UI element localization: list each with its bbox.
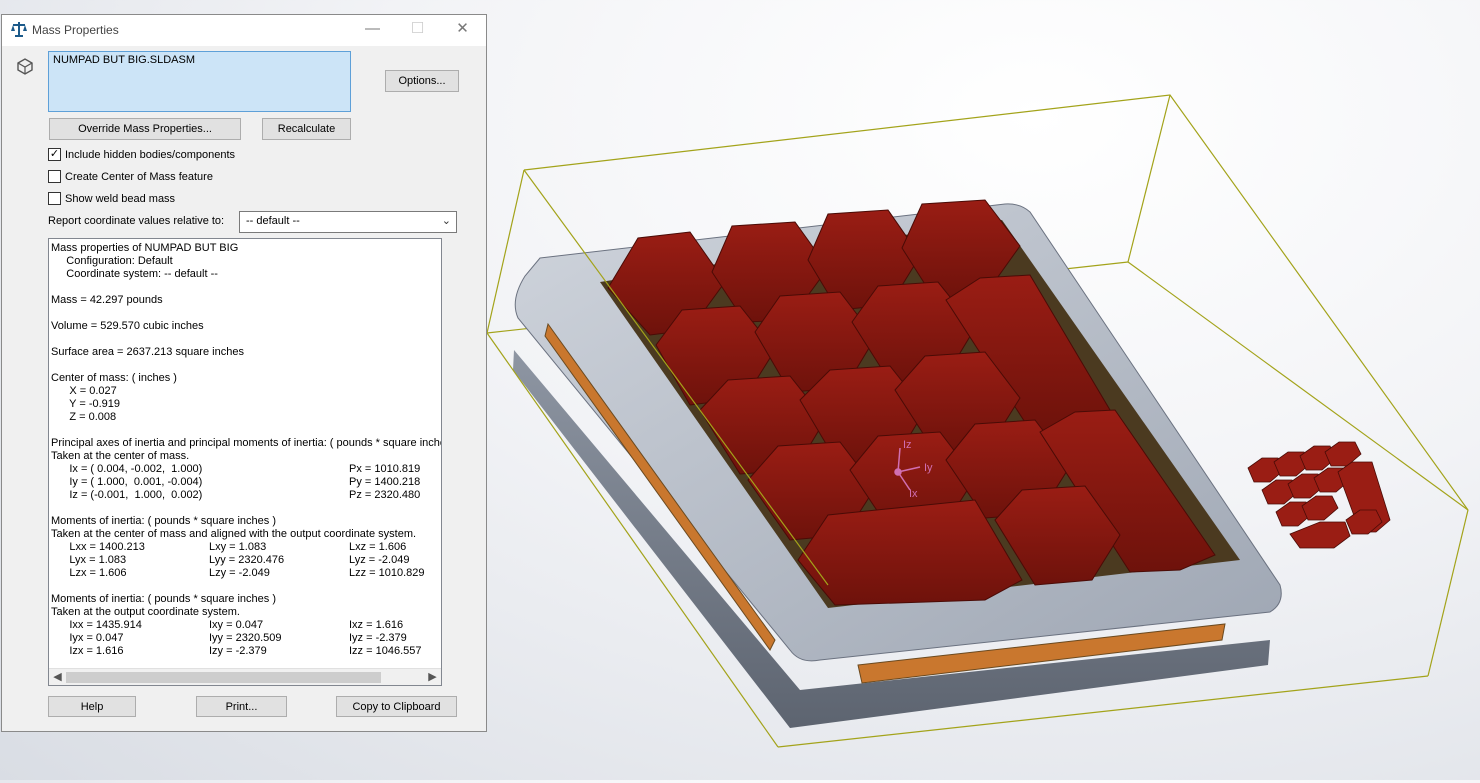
maximize-button: ☐ xyxy=(410,20,425,37)
results-line: Coordinate system: -- default -- xyxy=(51,268,218,280)
results-line: Moments of inertia: ( pounds * square in… xyxy=(51,515,277,527)
center-of-mass-checkbox-row[interactable]: Create Center of Mass feature xyxy=(48,170,213,183)
results-cell: Py = 1400.218 xyxy=(349,476,421,488)
results-line: Izx = 1.616 Izy = -2.379 Izz = 1046.557 xyxy=(51,645,441,658)
scrollbar-thumb[interactable] xyxy=(66,672,381,683)
results-line xyxy=(51,307,441,320)
results-cell: Lyz = -2.049 xyxy=(349,554,410,566)
results-cell: Izz = 1046.557 xyxy=(349,645,422,657)
coordinate-system-select[interactable]: -- default -- ⌄ xyxy=(239,211,457,233)
selection-list[interactable]: NUMPAD BUT BIG.SLDASM xyxy=(48,51,351,112)
include-hidden-checkbox[interactable]: ✓ xyxy=(48,148,61,161)
results-cell: Lzx = 1.606 xyxy=(51,567,127,579)
results-cell: Ix = ( 0.004, -0.002, 1.000) xyxy=(51,463,203,475)
results-cell: Iyx = 0.047 xyxy=(51,632,124,644)
results-cell: Lyy = 2320.476 xyxy=(209,554,285,566)
dialog-title: Mass Properties xyxy=(32,23,119,37)
results-line: Lxx = 1400.213 Lxy = 1.083 Lxz = 1.606 xyxy=(51,541,441,554)
results-cell: Lxy = 1.083 xyxy=(209,541,267,553)
results-cell: Lyx = 1.083 xyxy=(51,554,127,566)
results-line xyxy=(51,424,441,437)
results-cell: Ixx = 1435.914 xyxy=(51,619,142,631)
report-coordinates-label: Report coordinate values relative to: xyxy=(48,215,225,227)
scale-icon xyxy=(11,22,27,37)
triad-x-label: Ix xyxy=(909,488,918,500)
weld-bead-label: Show weld bead mass xyxy=(65,192,176,205)
results-line: Ix = ( 0.004, -0.002, 1.000) Px = 1010.81… xyxy=(51,463,441,476)
results-line: Taken at the center of mass. xyxy=(51,450,190,462)
chevron-down-icon: ⌄ xyxy=(441,215,451,227)
results-text-area[interactable]: Mass properties of NUMPAD BUT BIG Config… xyxy=(48,238,442,686)
selected-component[interactable]: NUMPAD BUT BIG.SLDASM xyxy=(53,54,195,66)
results-cell: Ixy = 0.047 xyxy=(209,619,264,631)
results-line: Z = 0.008 xyxy=(51,411,117,423)
scroll-right-icon[interactable]: ▶ xyxy=(424,669,441,685)
recalculate-button[interactable]: Recalculate xyxy=(262,118,351,140)
results-line: Y = -0.919 xyxy=(51,398,121,410)
results-cell: Iyy = 2320.509 xyxy=(209,632,282,644)
results-line: Moments of inertia: ( pounds * square in… xyxy=(51,593,277,605)
copy-to-clipboard-button[interactable]: Copy to Clipboard xyxy=(336,696,457,717)
results-line: Ixx = 1435.914 Ixy = 0.047 Ixz = 1.616 xyxy=(51,619,441,632)
include-hidden-label: Include hidden bodies/components xyxy=(65,148,236,161)
weld-bead-checkbox-row[interactable]: Show weld bead mass xyxy=(48,192,175,205)
results-line xyxy=(51,333,441,346)
results-cell: Iz = (-0.001, 1.000, 0.002) xyxy=(51,489,203,501)
results-line: Iy = ( 1.000, 0.001, -0.004) Py = 1400.21… xyxy=(51,476,441,489)
results-line xyxy=(51,281,441,294)
results-line xyxy=(51,359,441,372)
results-cell: Izx = 1.616 xyxy=(51,645,124,657)
results-line: Taken at the center of mass and aligned … xyxy=(51,528,417,540)
results-text: Mass properties of NUMPAD BUT BIG Config… xyxy=(51,242,442,658)
override-mass-properties-button[interactable]: Override Mass Properties... xyxy=(49,118,241,140)
options-button[interactable]: Options... xyxy=(385,70,459,92)
results-cell: Izy = -2.379 xyxy=(209,645,267,657)
results-cell: Iy = ( 1.000, 0.001, -0.004) xyxy=(51,476,203,488)
minimize-button[interactable]: — xyxy=(350,15,395,45)
center-of-mass-label: Create Center of Mass feature xyxy=(65,170,213,183)
results-cell: Ixz = 1.616 xyxy=(349,619,404,631)
include-hidden-checkbox-row[interactable]: ✓ Include hidden bodies/components xyxy=(48,148,235,161)
weld-bead-checkbox[interactable] xyxy=(48,192,61,205)
component-selection-icon xyxy=(17,58,33,75)
scroll-left-icon[interactable]: ◀ xyxy=(49,669,66,685)
results-cell: Lzz = 1010.829 xyxy=(349,567,425,579)
results-line: Mass properties of NUMPAD BUT BIG xyxy=(51,242,239,254)
results-line: Lzx = 1.606 Lzy = -2.049 Lzz = 1010.829 xyxy=(51,567,441,580)
horizontal-scrollbar[interactable]: ◀ ▶ xyxy=(49,668,441,685)
results-line: Configuration: Default xyxy=(51,255,173,267)
results-line: Lyx = 1.083 Lyy = 2320.476 Lyz = -2.049 xyxy=(51,554,441,567)
results-line: Iyx = 0.047 Iyy = 2320.509 Iyz = -2.379 xyxy=(51,632,441,645)
results-cell: Lxz = 1.606 xyxy=(349,541,407,553)
results-line: Center of mass: ( inches ) xyxy=(51,372,177,384)
results-line: Volume = 529.570 cubic inches xyxy=(51,320,204,332)
results-cell: Iyz = -2.379 xyxy=(349,632,407,644)
triad-z-label: Iz xyxy=(903,439,912,451)
results-cell: Px = 1010.819 xyxy=(349,463,421,475)
print-button[interactable]: Print... xyxy=(196,696,287,717)
results-cell: Lxx = 1400.213 xyxy=(51,541,145,553)
triad-y-label: Iy xyxy=(924,462,933,474)
mini-numpad xyxy=(1247,441,1391,549)
results-cell: Pz = 2320.480 xyxy=(349,489,421,501)
center-of-mass-checkbox[interactable] xyxy=(48,170,61,183)
close-button[interactable]: ✕ xyxy=(440,15,485,45)
results-line: Taken at the output coordinate system. xyxy=(51,606,240,618)
results-line: Mass = 42.297 pounds xyxy=(51,294,163,306)
results-line xyxy=(51,580,441,593)
results-line: Principal axes of inertia and principal … xyxy=(51,437,442,449)
help-button[interactable]: Help xyxy=(48,696,136,717)
results-line: Surface area = 2637.213 square inches xyxy=(51,346,244,358)
mass-properties-dialog: Mass Properties — ☐ ✕ NUMPAD BUT BIG.SLD… xyxy=(1,14,487,732)
results-cell: Lzy = -2.049 xyxy=(209,567,270,579)
title-bar[interactable]: Mass Properties — ☐ ✕ xyxy=(2,15,486,46)
results-line: Iz = (-0.001, 1.000, 0.002) Pz = 2320.480 xyxy=(51,489,441,502)
results-line xyxy=(51,502,441,515)
results-line: X = 0.027 xyxy=(51,385,117,397)
coordinate-system-value: -- default -- xyxy=(246,215,300,227)
